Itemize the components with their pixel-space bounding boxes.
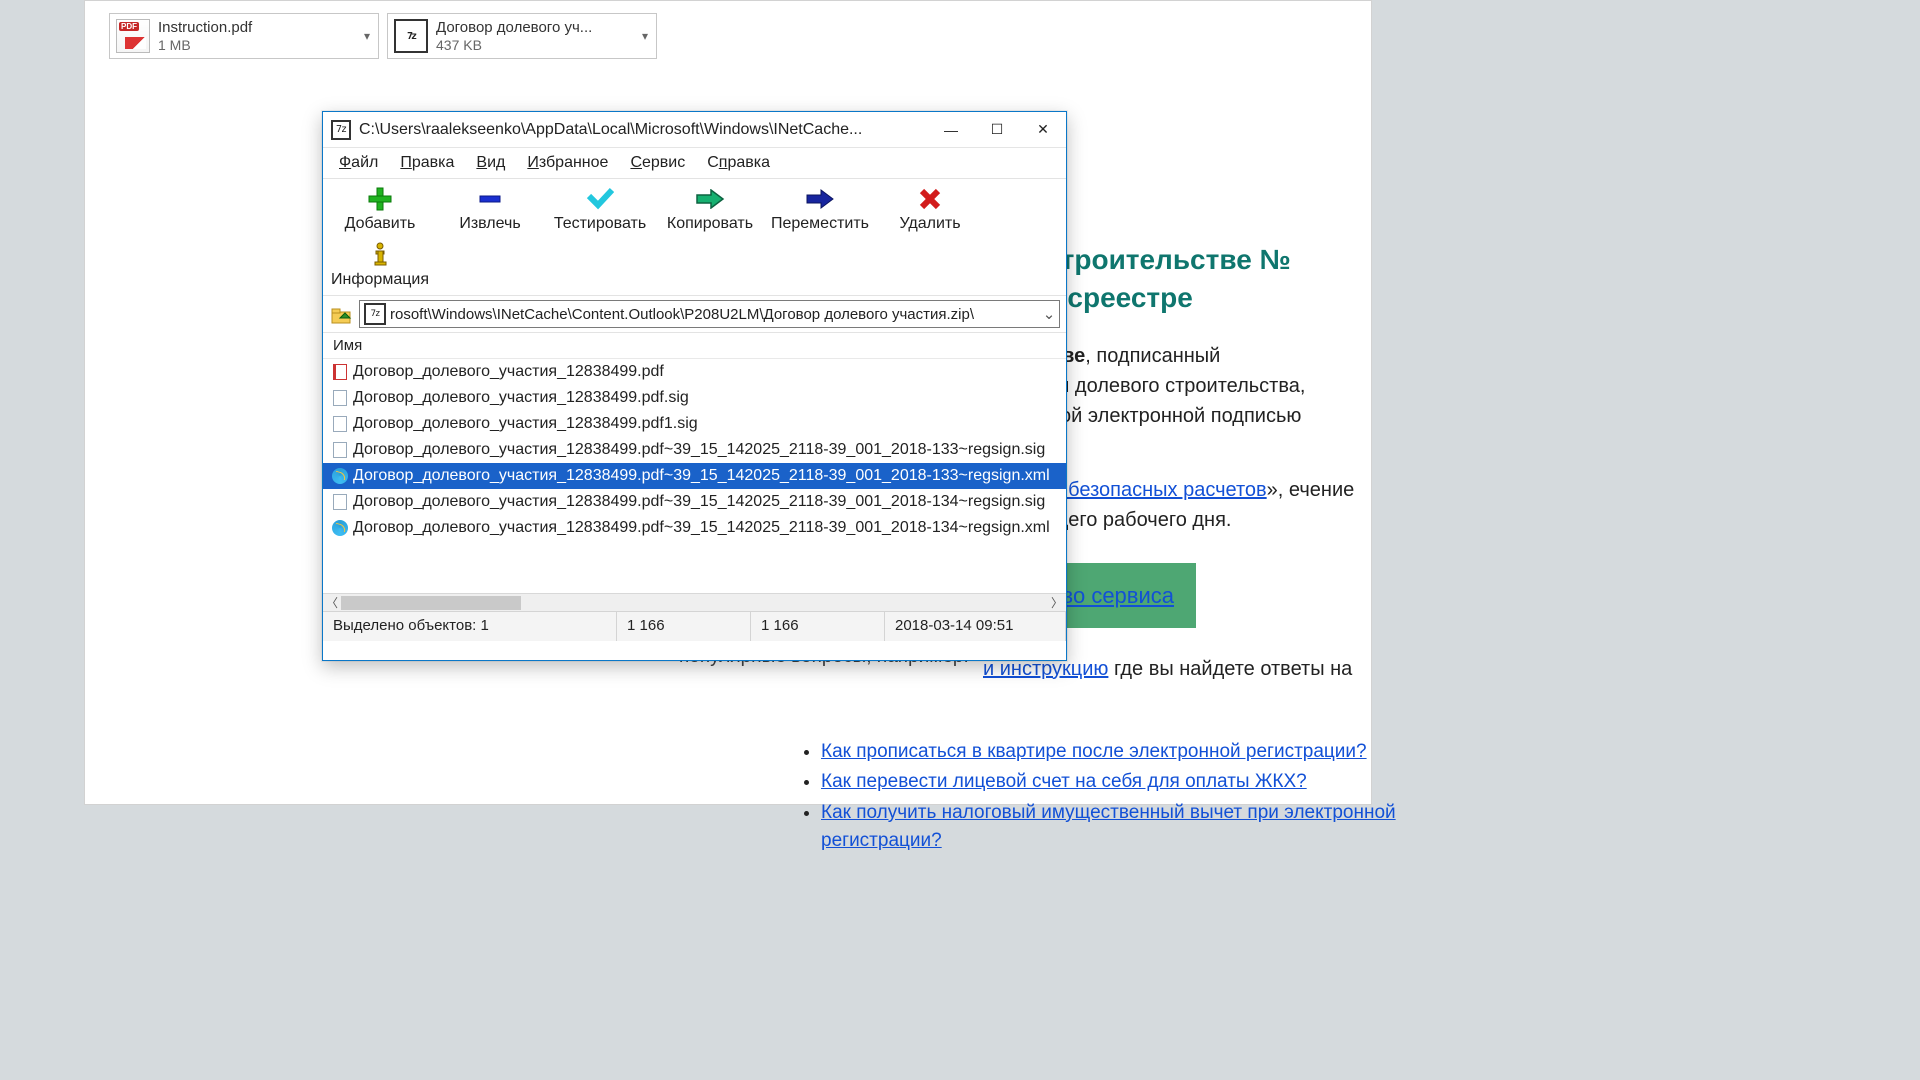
menu-tools[interactable]: Сервис [620, 152, 695, 174]
info-button[interactable]: Информация [325, 239, 435, 295]
file-row[interactable]: Договор_долевого_участия_12838499.pdf~39… [323, 489, 1066, 515]
attachments-bar: Instruction.pdf 1 MB ▾ 7z Договор долево… [109, 13, 657, 59]
file-row[interactable]: Договор_долевого_участия_12838499.pdf~39… [323, 515, 1066, 541]
menu-edit[interactable]: Правка [390, 152, 464, 174]
arrow-right-solid-icon [805, 187, 835, 211]
sevenzip-window: 7z C:\Users\raalekseenko\AppData\Local\M… [322, 111, 1067, 661]
menu-bar: Файл Правка Вид Избранное Сервис Справка [323, 148, 1066, 179]
move-button[interactable]: Переместить [765, 183, 875, 239]
minimize-button[interactable]: — [928, 112, 974, 148]
address-text: rosoft\Windows\INetCache\Content.Outlook… [390, 306, 1039, 323]
file-row[interactable]: Договор_долевого_участия_12838499.pdf~39… [323, 437, 1066, 463]
chevron-down-icon[interactable]: ▾ [364, 29, 370, 43]
pdf-icon [331, 363, 349, 381]
address-bar: 7z rosoft\Windows\INetCache\Content.Outl… [323, 296, 1066, 333]
archive-icon: 7z [364, 303, 386, 325]
window-title: C:\Users\raalekseenko\AppData\Local\Micr… [359, 121, 928, 139]
attachment-size: 1 MB [158, 37, 252, 54]
chevron-down-icon[interactable]: ▾ [642, 29, 648, 43]
menu-help[interactable]: Справка [697, 152, 780, 174]
scroll-track[interactable] [341, 596, 1048, 610]
toolbar: Добавить Извлечь Тестировать [323, 179, 1066, 296]
column-header-name[interactable]: Имя [323, 333, 1066, 359]
file-name: Договор_долевого_участия_12838499.pdf~39… [353, 519, 1050, 537]
file-name: Договор_долевого_участия_12838499.pdf [353, 363, 664, 381]
minus-icon [478, 187, 502, 211]
close-button[interactable]: ✕ [1020, 112, 1066, 148]
copy-button[interactable]: Копировать [655, 183, 765, 239]
file-row[interactable]: Договор_долевого_участия_12838499.pdf~39… [323, 463, 1066, 489]
file-icon [331, 415, 349, 433]
file-icon [331, 441, 349, 459]
file-name: Договор_долевого_участия_12838499.pdf~39… [353, 467, 1050, 485]
info-icon [371, 243, 389, 267]
file-name: Договор_долевого_участия_12838499.pdf1.s… [353, 415, 698, 433]
pdf-icon [116, 19, 150, 53]
menu-view[interactable]: Вид [466, 152, 515, 174]
file-row[interactable]: Договор_долевого_участия_12838499.pdf1.s… [323, 411, 1066, 437]
plus-icon [368, 187, 392, 211]
horizontal-scrollbar[interactable]: 〈 〉 [323, 593, 1066, 611]
faq-list: Как прописаться в квартире после электро… [781, 738, 1468, 856]
chevron-down-icon[interactable]: ⌄ [1039, 305, 1059, 323]
file-row[interactable]: Договор_долевого_участия_12838499.pdf.si… [323, 385, 1066, 411]
menu-file[interactable]: Файл [329, 152, 388, 174]
file-icon [331, 493, 349, 511]
status-size-1: 1 166 [617, 612, 751, 641]
faq-link[interactable]: Как получить налоговый имущественный выч… [821, 802, 1396, 852]
arrow-right-outline-icon [695, 187, 725, 211]
extract-button[interactable]: Извлечь [435, 183, 545, 239]
file-name: Договор_долевого_участия_12838499.pdf~39… [353, 493, 1045, 511]
up-folder-button[interactable] [329, 302, 353, 326]
attachment-size: 437 KB [436, 37, 592, 54]
attachment-zip[interactable]: 7z Договор долевого уч... 437 KB ▾ [387, 13, 657, 59]
scroll-right-button[interactable]: 〉 [1048, 594, 1066, 611]
delete-button[interactable]: Удалить [875, 183, 985, 239]
ie-icon [331, 519, 349, 537]
attachment-name: Instruction.pdf [158, 19, 252, 37]
status-selected: Выделено объектов: 1 [323, 612, 617, 641]
file-name: Договор_долевого_участия_12838499.pdf~39… [353, 441, 1045, 459]
status-size-2: 1 166 [751, 612, 885, 641]
file-row[interactable]: Договор_долевого_участия_12838499.pdf [323, 359, 1066, 385]
attachment-pdf[interactable]: Instruction.pdf 1 MB ▾ [109, 13, 379, 59]
attachment-name: Договор долевого уч... [436, 19, 592, 37]
test-button[interactable]: Тестировать [545, 183, 655, 239]
status-date: 2018-03-14 09:51 [885, 612, 1066, 641]
add-button[interactable]: Добавить [325, 183, 435, 239]
file-list[interactable]: Договор_долевого_участия_12838499.pdf Дог… [323, 359, 1066, 593]
check-icon [586, 187, 614, 211]
faq-link[interactable]: Как прописаться в квартире после электро… [821, 741, 1367, 762]
address-field[interactable]: 7z rosoft\Windows\INetCache\Content.Outl… [359, 300, 1060, 328]
x-icon [919, 187, 941, 211]
maximize-button[interactable]: ☐ [974, 112, 1020, 148]
archive-icon: 7z [394, 19, 428, 53]
file-name: Договор_долевого_участия_12838499.pdf.si… [353, 389, 689, 407]
scroll-thumb[interactable] [341, 596, 521, 610]
menu-favorites[interactable]: Избранное [517, 152, 618, 174]
status-bar: Выделено объектов: 1 1 166 1 166 2018-03… [323, 611, 1066, 641]
scroll-left-button[interactable]: 〈 [323, 594, 341, 611]
faq-link[interactable]: Как перевести лицевой счет на себя для о… [821, 771, 1307, 792]
titlebar[interactable]: 7z C:\Users\raalekseenko\AppData\Local\M… [323, 112, 1066, 148]
email-panel: Instruction.pdf 1 MB ▾ 7z Договор долево… [84, 0, 1372, 805]
ie-icon [331, 467, 349, 485]
sevenzip-icon: 7z [331, 120, 351, 140]
file-icon [331, 389, 349, 407]
